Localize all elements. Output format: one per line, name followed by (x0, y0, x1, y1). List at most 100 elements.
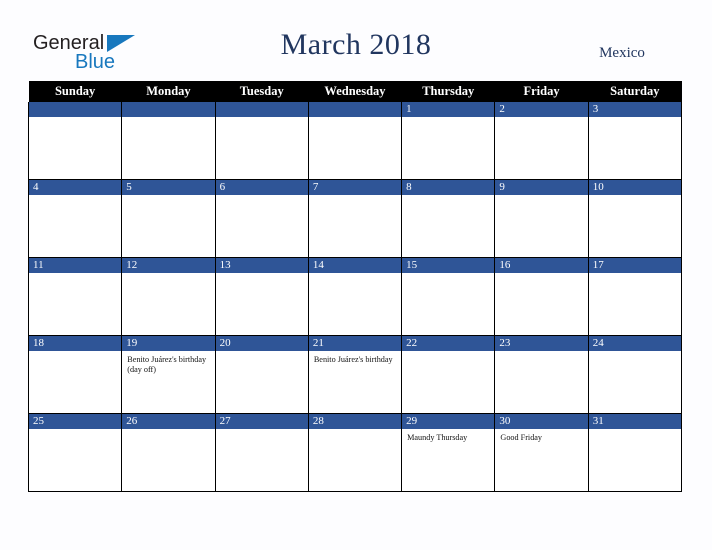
day-number: 14 (308, 258, 402, 273)
calendar-day-cell[interactable]: 11 (27, 257, 123, 336)
day-cell-inner (122, 102, 215, 179)
day-number: 22 (402, 336, 495, 351)
day-events (29, 429, 121, 433)
calendar-day-cell[interactable]: 5 (121, 179, 216, 258)
day-events (402, 195, 494, 199)
weekday-header-thursday: Thursday (401, 81, 495, 102)
calendar-day-cell[interactable]: 27 (214, 413, 309, 492)
day-events (216, 429, 308, 433)
brand-logo[interactable]: General Blue (33, 33, 183, 75)
day-event-item: Maundy Thursday (407, 433, 468, 442)
day-cell-inner: 22 (402, 336, 495, 413)
calendar-day-cell[interactable]: 14 (307, 257, 403, 336)
day-cell-inner: 31 (588, 414, 681, 491)
calendar-day-cell[interactable] (27, 102, 123, 180)
day-events (589, 429, 681, 433)
calendar-day-cell[interactable]: 30 Good Friday (494, 413, 589, 492)
calendar-day-cell[interactable]: 7 (307, 179, 403, 258)
calendar-day-cell[interactable]: 6 (214, 179, 309, 258)
day-number: 25 (29, 414, 122, 429)
day-cell-inner: 2 (495, 102, 588, 179)
day-number: 29 (402, 414, 495, 429)
day-events (216, 351, 308, 355)
day-events (495, 195, 587, 199)
day-events (402, 117, 494, 121)
day-events (216, 117, 308, 121)
day-event-item: Benito Juárez's birthday (313, 355, 393, 364)
day-cell-inner: 3 (588, 102, 681, 179)
page-title: March 2018 (280, 28, 432, 61)
calendar-day-cell[interactable]: 17 (587, 257, 683, 336)
calendar-day-cell[interactable] (121, 102, 216, 180)
day-number: 18 (29, 336, 122, 351)
calendar-day-cell[interactable]: 13 (214, 257, 309, 336)
day-number: 15 (402, 258, 495, 273)
day-events (29, 117, 121, 121)
day-number (215, 102, 308, 117)
day-number: 12 (122, 258, 215, 273)
calendar-day-cell[interactable]: 21 Benito Juárez's birthday (307, 335, 403, 414)
calendar-day-cell[interactable]: 12 (121, 257, 216, 336)
day-cell-inner: 23 (495, 336, 588, 413)
calendar-day-cell[interactable]: 10 (587, 179, 683, 258)
day-events (495, 117, 587, 121)
day-events (495, 273, 587, 277)
calendar-day-cell[interactable]: 24 (587, 335, 683, 414)
day-events (309, 195, 401, 199)
weekday-header-sunday: Sunday (28, 81, 122, 102)
day-number: 30 (495, 414, 588, 429)
calendar-day-cell[interactable]: 2 (494, 102, 589, 180)
day-cell-inner (215, 102, 308, 179)
weekday-header-row: Sunday Monday Tuesday Wednesday Thursday… (28, 81, 682, 102)
calendar-day-cell[interactable]: 26 (121, 413, 216, 492)
day-cell-inner: 17 (588, 258, 681, 335)
triangle-icon (107, 35, 135, 52)
calendar-day-cell[interactable]: 1 (401, 102, 496, 180)
weekday-header-tuesday: Tuesday (215, 81, 309, 102)
calendar-day-cell[interactable]: 23 (494, 335, 589, 414)
day-cell-inner: 10 (588, 180, 681, 257)
calendar-day-cell[interactable]: 15 (401, 257, 496, 336)
day-events (589, 273, 681, 277)
day-number (308, 102, 402, 117)
day-cell-inner: 20 (215, 336, 308, 413)
calendar-day-cell[interactable]: 3 (587, 102, 683, 180)
calendar-day-cell[interactable]: 31 (587, 413, 683, 492)
day-cell-inner: 25 (29, 414, 122, 491)
day-number: 26 (122, 414, 215, 429)
day-number: 3 (588, 102, 681, 117)
day-number: 5 (122, 180, 215, 195)
day-events: Good Friday (495, 429, 587, 443)
day-number: 13 (215, 258, 308, 273)
calendar-day-cell[interactable]: 16 (494, 257, 589, 336)
day-cell-inner (29, 102, 122, 179)
brand-name-general: General (33, 32, 105, 54)
page-header: General Blue March 2018 Mexico (0, 0, 712, 81)
day-cell-inner: 1 (402, 102, 495, 179)
calendar-day-cell[interactable]: 29 Maundy Thursday (401, 413, 496, 492)
calendar-day-cell[interactable]: 20 (214, 335, 309, 414)
day-number: 23 (495, 336, 588, 351)
day-number: 27 (215, 414, 308, 429)
calendar-day-cell[interactable]: 4 (27, 179, 123, 258)
calendar-day-cell[interactable]: 9 (494, 179, 589, 258)
region-label: Mexico (599, 45, 645, 61)
day-events (122, 429, 214, 433)
day-number: 17 (588, 258, 681, 273)
calendar-day-cell[interactable]: 8 (401, 179, 496, 258)
calendar-week-row: 18 19 Benito Juárez's birthday (day off) 20… (27, 335, 683, 414)
day-cell-inner: 5 (122, 180, 215, 257)
calendar-day-cell[interactable] (307, 102, 403, 180)
brand-name-blue: Blue (75, 51, 116, 73)
day-number: 24 (588, 336, 681, 351)
calendar-day-cell[interactable]: 18 (27, 335, 123, 414)
day-events (216, 195, 308, 199)
calendar-day-cell[interactable]: 19 Benito Juárez's birthday (day off) (121, 335, 216, 414)
day-cell-inner: 30 Good Friday (495, 414, 588, 491)
day-cell-inner: 18 (29, 336, 122, 413)
calendar-day-cell[interactable] (214, 102, 309, 180)
calendar-day-cell[interactable]: 22 (401, 335, 496, 414)
weekday-header-monday: Monday (121, 81, 216, 102)
calendar-day-cell[interactable]: 25 (27, 413, 123, 492)
calendar-day-cell[interactable]: 28 (307, 413, 403, 492)
